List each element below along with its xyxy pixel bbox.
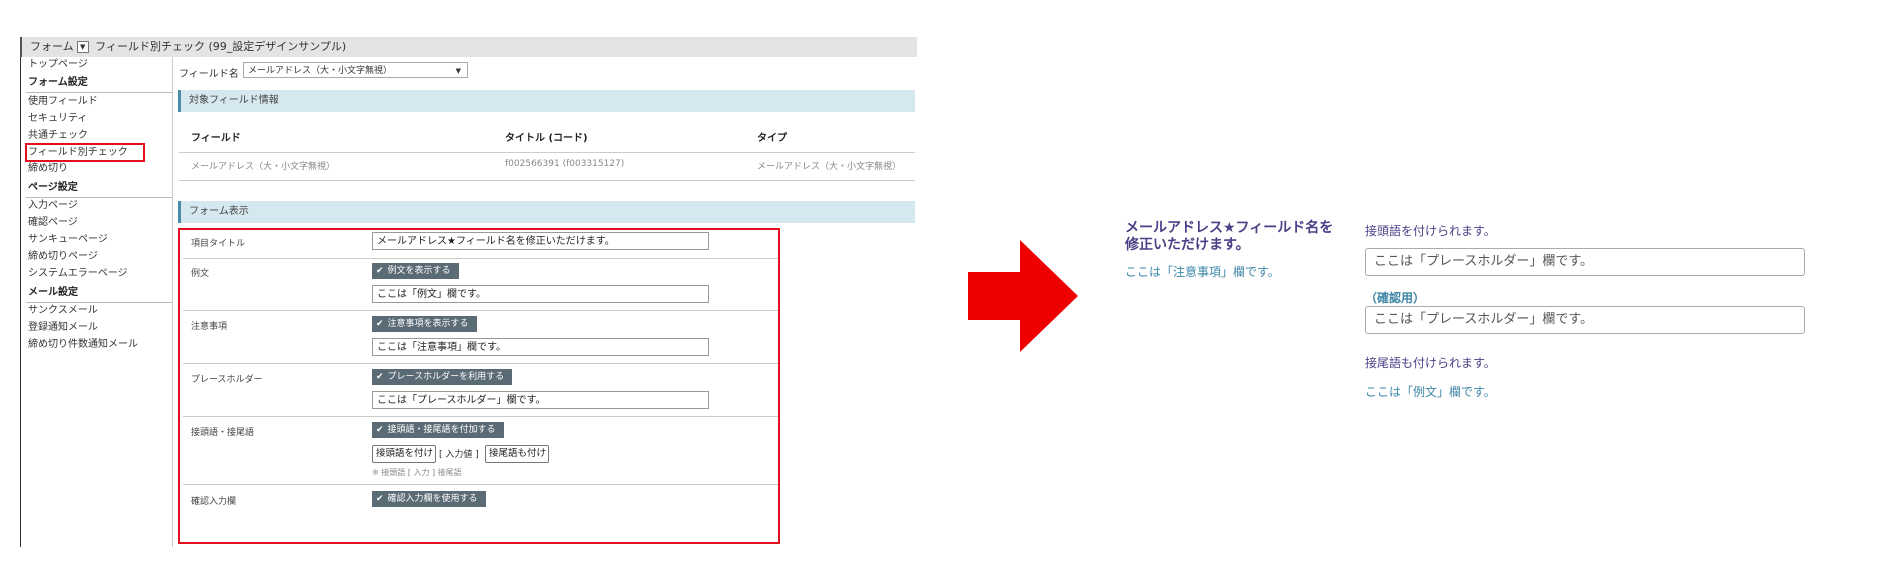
page-title: フィールド別チェック (99_設定デザインサンプル) xyxy=(95,40,347,53)
preview-suffix: 接尾語も付けられます。 xyxy=(1365,356,1496,370)
field-name-selected: メールアドレス（大・小文字無視） xyxy=(248,66,393,76)
sidebar-item-input-page[interactable]: 入力ページ xyxy=(28,198,78,214)
divider xyxy=(179,152,915,153)
column-header-title: タイトル (コード) xyxy=(505,133,588,144)
sidebar-item-deadline[interactable]: 締め切り xyxy=(28,161,68,177)
column-header-type: タイプ xyxy=(757,133,787,144)
preview-note: ここは「注意事項」欄です。 xyxy=(1125,265,1280,279)
sidebar-item-deadline-mail[interactable]: 締め切り件数通知メール xyxy=(28,337,138,353)
sidebar: トップページ フォーム設定 使用フィールド セキュリティ 共通チェック フィール… xyxy=(22,57,173,547)
table-cell-field: メールアドレス（大・小文字無視） xyxy=(191,162,336,172)
sidebar-heading-mail-settings: メール設定 xyxy=(28,287,78,298)
sidebar-heading-page-settings: ページ設定 xyxy=(28,182,78,193)
sidebar-item-confirm-page[interactable]: 確認ページ xyxy=(28,215,78,231)
preview-example: ここは「例文」欄です。 xyxy=(1365,385,1496,399)
frame-border xyxy=(20,57,21,547)
sidebar-item-thanks-mail[interactable]: サンクスメール xyxy=(28,303,98,319)
preview-email-input[interactable]: ここは「プレースホルダー」欄です。 xyxy=(1365,248,1805,276)
sidebar-item-security[interactable]: セキュリティ xyxy=(28,111,87,127)
main-content: フィールド名 メールアドレス（大・小文字無視） ▼ 対象フィールド情報 フィール… xyxy=(175,57,915,547)
divider xyxy=(26,92,172,93)
preview-field-title: メールアドレス★フィールド名を修正いただけます。 xyxy=(1125,220,1334,253)
section-target-field: 対象フィールド情報 xyxy=(178,90,915,112)
sidebar-item-thanks-page[interactable]: サンキューページ xyxy=(28,232,108,248)
table-cell-type: メールアドレス（大・小文字無視） xyxy=(757,162,902,172)
sidebar-heading-form-settings: フォーム設定 xyxy=(28,77,88,88)
sidebar-item-top-page[interactable]: トップページ xyxy=(28,57,88,73)
arrow-right-icon xyxy=(968,240,1078,352)
sidebar-item-fields[interactable]: 使用フィールド xyxy=(28,94,98,110)
preview-confirm-input[interactable]: ここは「プレースホルダー」欄です。 xyxy=(1365,306,1805,334)
form-menu-label[interactable]: フォーム xyxy=(30,40,74,53)
highlight-box xyxy=(178,228,780,544)
sidebar-item-deadline-page[interactable]: 締め切りページ xyxy=(28,249,98,265)
field-name-select[interactable]: メールアドレス（大・小文字無視） ▼ xyxy=(243,62,468,78)
highlight-box xyxy=(25,143,145,162)
divider xyxy=(179,180,915,181)
chevron-down-icon: ▼ xyxy=(455,67,461,75)
field-name-label: フィールド名 xyxy=(179,69,239,80)
chevron-down-icon[interactable]: ▼ xyxy=(76,41,89,53)
sidebar-item-notify-mail[interactable]: 登録通知メール xyxy=(28,320,98,336)
column-header-field: フィールド xyxy=(191,133,241,144)
preview-confirm-label: （確認用） xyxy=(1365,291,1426,305)
sidebar-item-error-page[interactable]: システムエラーページ xyxy=(28,266,128,282)
sidebar-item-common-check[interactable]: 共通チェック xyxy=(28,128,88,144)
table-cell-title: f002566391 (f003315127) xyxy=(505,159,625,169)
preview-prefix: 接頭語を付けられます。 xyxy=(1365,224,1496,238)
breadcrumb-bar: フォーム ▼ フィールド別チェック (99_設定デザインサンプル) xyxy=(20,37,917,57)
section-form-display: フォーム表示 xyxy=(178,201,915,223)
